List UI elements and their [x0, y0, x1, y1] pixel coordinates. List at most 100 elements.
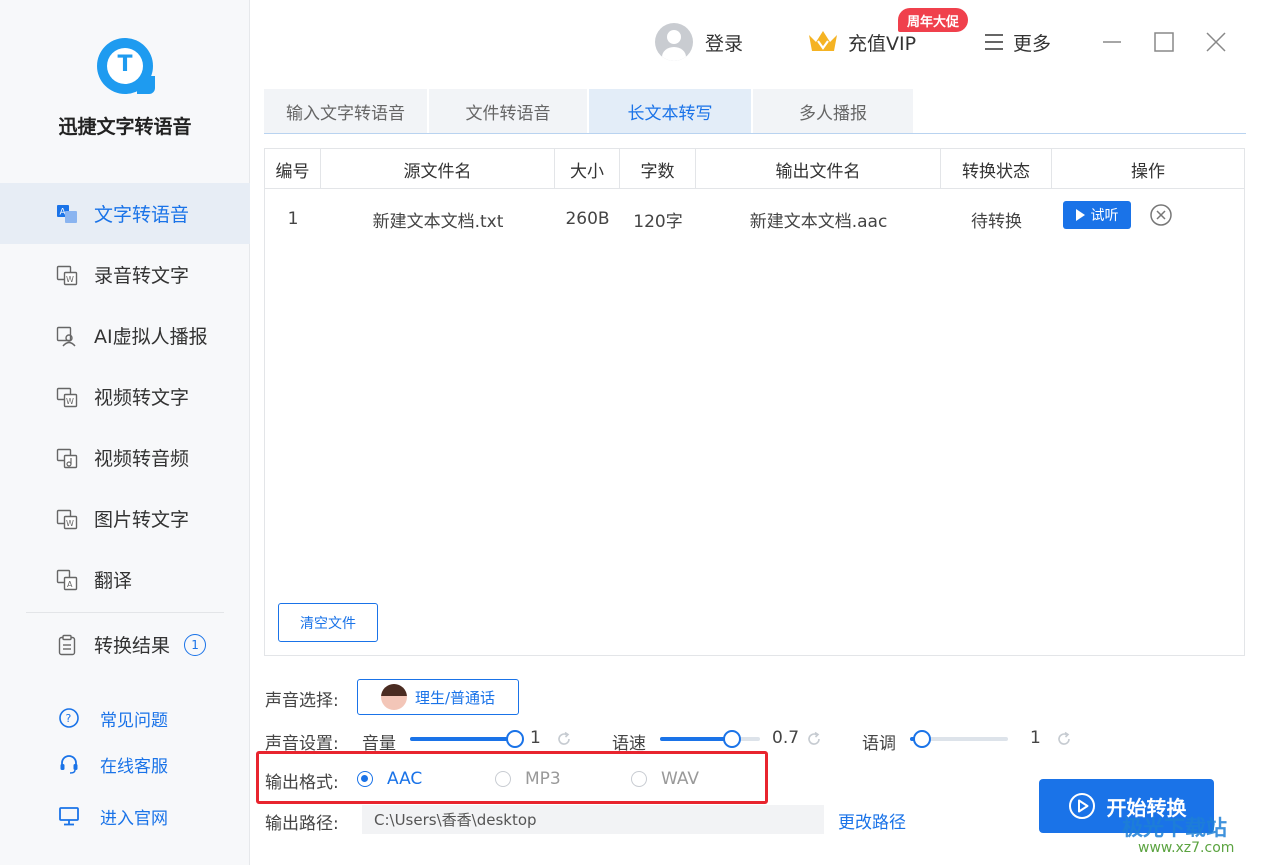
voice-avatar-icon	[380, 684, 407, 710]
sidebar-item-label: AI虚拟人播报	[94, 326, 208, 348]
maximize-button[interactable]	[1150, 28, 1178, 56]
crown-icon	[809, 31, 837, 51]
login-button[interactable]: 登录	[655, 22, 743, 62]
clipboard-icon	[56, 634, 78, 656]
app-logo: T	[97, 38, 155, 94]
sidebar-item-text-to-speech[interactable]: A 文字转语音	[0, 183, 250, 244]
play-icon	[1075, 209, 1085, 221]
online-service-label: 在线客服	[100, 756, 168, 777]
site-watermark: 极光下载站 www.xz7.com	[1108, 810, 1258, 862]
results-count-badge: 1	[184, 633, 207, 656]
image-to-text-icon: W	[56, 508, 78, 530]
annotation-highlight-box	[256, 751, 768, 804]
watermark-title: 极光下载站	[1122, 816, 1227, 840]
login-label: 登录	[705, 32, 744, 55]
monitor-icon	[58, 805, 80, 827]
char-count: 120字	[633, 211, 683, 232]
headset-icon	[58, 753, 80, 775]
app-title: 迅捷文字转语音	[58, 116, 192, 138]
sidebar-item-label: 视频转文字	[94, 387, 190, 409]
sidebar-item-label: 图片转文字	[94, 509, 190, 531]
output-filename: 新建文本文档.aac	[749, 211, 888, 232]
pitch-slider[interactable]	[910, 729, 1008, 749]
watermark-url: www.xz7.com	[1138, 840, 1235, 856]
video-to-text-icon: W	[56, 386, 78, 408]
audio-to-text-icon: W	[56, 264, 78, 286]
column-header: 转换状态	[941, 149, 1052, 189]
column-header: 操作	[1131, 161, 1165, 182]
source-filename: 新建文本文档.txt	[372, 211, 504, 232]
menu-icon	[985, 34, 1003, 50]
volume-slider[interactable]	[410, 729, 524, 749]
official-site-label: 进入官网	[100, 808, 168, 829]
faq-link[interactable]: ? 常见问题	[58, 703, 168, 733]
user-avatar-icon	[655, 23, 693, 61]
speed-reset-icon[interactable]	[805, 730, 823, 748]
change-path-link[interactable]: 更改路径	[838, 808, 906, 833]
pitch-label: 语调	[862, 734, 896, 754]
table-header: 编号 源文件名 大小 字数 输出文件名 转换状态 操作	[265, 149, 1244, 189]
faq-label: 常见问题	[100, 710, 168, 731]
svg-text:?: ?	[66, 712, 72, 725]
sidebar-item-label: 翻译	[94, 570, 133, 592]
speed-value: 0.7	[772, 728, 800, 748]
column-header: 大小	[555, 149, 620, 189]
volume-value: 1	[530, 728, 541, 748]
sidebar-item-video-to-audio[interactable]: 视频转音频	[0, 427, 250, 488]
online-service-link[interactable]: 在线客服	[58, 749, 168, 779]
minimize-button[interactable]	[1098, 28, 1126, 56]
remove-file-icon[interactable]	[1149, 203, 1173, 227]
row-index: 1	[287, 209, 299, 229]
sidebar-item-label: 录音转文字	[94, 265, 190, 287]
svg-text:W: W	[66, 397, 74, 406]
column-header: 字数	[620, 149, 696, 189]
voice-name: 理生/普通话	[414, 688, 496, 707]
svg-text:W: W	[66, 275, 74, 284]
promo-badge: 周年大促	[898, 8, 969, 32]
sidebar-item-results[interactable]: 转换结果 1	[0, 614, 250, 675]
file-table: 编号 源文件名 大小 字数 输出文件名 转换状态 操作 1 新建文本文档.txt…	[264, 148, 1245, 656]
sidebar-item-label: 视频转音频	[94, 448, 190, 470]
output-path-label: 输出路径:	[265, 814, 339, 834]
preview-button[interactable]: 试听	[1063, 201, 1131, 229]
svg-text:W: W	[66, 519, 74, 528]
sidebar-item-audio-to-text[interactable]: W 录音转文字	[0, 244, 250, 305]
more-label: 更多	[1013, 32, 1052, 55]
sidebar-item-translate[interactable]: A 翻译	[0, 549, 250, 610]
vip-label: 充值VIP	[848, 32, 917, 55]
tab-multi-voice[interactable]: 多人播报	[753, 89, 913, 133]
tab-long-text[interactable]: 长文本转写	[589, 89, 751, 133]
sidebar-item-image-to-text[interactable]: W 图片转文字	[0, 488, 250, 549]
volume-reset-icon[interactable]	[555, 730, 573, 748]
column-header: 源文件名	[321, 149, 555, 189]
speed-slider[interactable]	[660, 729, 760, 749]
official-site-link[interactable]: 进入官网	[58, 801, 168, 831]
sidebar-item-video-to-text[interactable]: W 视频转文字	[0, 366, 250, 427]
text-to-speech-icon: A	[56, 203, 78, 225]
column-header: 编号	[265, 149, 321, 189]
more-menu-button[interactable]: 更多	[985, 22, 1051, 62]
conversion-status: 待转换	[971, 211, 1022, 232]
sidebar-item-label: 文字转语音	[94, 204, 190, 226]
preview-label: 试听	[1090, 208, 1119, 224]
output-path-field[interactable]	[362, 805, 824, 834]
sidebar-item-label: 转换结果	[94, 635, 171, 657]
file-size: 260B	[565, 209, 610, 229]
tab-bar: 输入文字转语音 文件转语音 长文本转写 多人播报	[264, 89, 1246, 134]
sidebar-item-ai-avatar[interactable]: AI虚拟人播报	[0, 305, 250, 366]
translate-icon: A	[56, 569, 78, 591]
close-button[interactable]	[1202, 28, 1230, 56]
help-icon: ?	[58, 707, 80, 729]
sidebar-divider	[26, 612, 224, 613]
sidebar: T 迅捷文字转语音 A 文字转语音 W 录音转文字 AI虚拟人播报 W 视频转文…	[0, 0, 250, 865]
clear-files-button[interactable]: 清空文件	[278, 603, 378, 642]
tab-input-text[interactable]: 输入文字转语音	[264, 89, 427, 133]
column-header: 输出文件名	[696, 149, 941, 189]
pitch-value: 1	[1030, 728, 1041, 748]
pitch-reset-icon[interactable]	[1055, 730, 1073, 748]
voice-select-label: 声音选择:	[265, 691, 339, 711]
ai-avatar-icon	[56, 325, 78, 347]
svg-text:A: A	[67, 580, 73, 589]
voice-select-button[interactable]: 理生/普通话	[357, 679, 519, 715]
tab-file-to-speech[interactable]: 文件转语音	[429, 89, 587, 133]
